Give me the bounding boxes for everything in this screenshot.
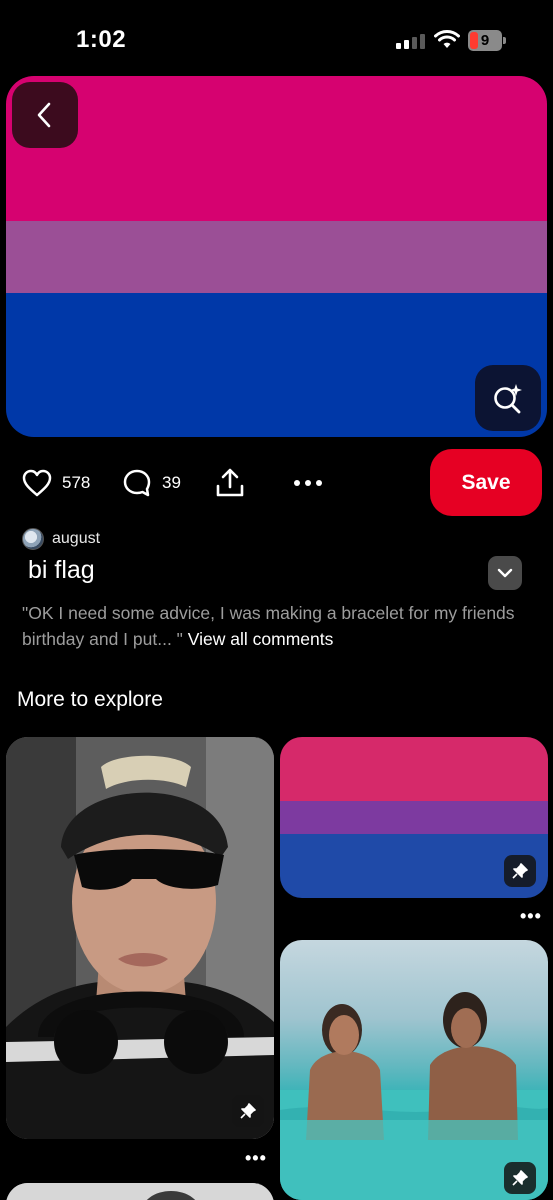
explore-card-bi-flag[interactable]	[280, 737, 548, 898]
battery-icon: 9	[468, 30, 506, 51]
view-all-comments-link[interactable]: View all comments	[188, 629, 334, 649]
pin-badge	[232, 1095, 264, 1127]
share-button[interactable]	[214, 448, 246, 518]
comment-count: 39	[162, 473, 181, 492]
status-time: 1:02	[76, 26, 127, 53]
like-count: 578	[62, 473, 91, 492]
back-button[interactable]	[12, 82, 78, 148]
pin-detail-screen: 1:02 9 578 39 Save august bi flag "OK I …	[0, 0, 553, 1200]
save-button[interactable]: Save	[430, 449, 542, 516]
flag-stripe-purple	[280, 801, 548, 834]
flag-stripe-pink	[6, 76, 547, 221]
pin-title: bi flag	[28, 556, 95, 584]
flag-stripe-blue	[6, 293, 547, 437]
author-link[interactable]: august	[22, 527, 100, 551]
explore-card-sea-photo[interactable]	[280, 940, 548, 1200]
pin-badge	[504, 1162, 536, 1194]
comment-button[interactable]: 39	[122, 448, 181, 518]
pin-badge	[504, 855, 536, 887]
more-options-button[interactable]	[292, 448, 324, 518]
heart-icon	[22, 469, 52, 497]
portrait-photo	[6, 737, 274, 1139]
pushpin-icon	[512, 1170, 528, 1186]
comment-preview[interactable]: "OK I need some advice, I was making a b…	[22, 600, 542, 652]
avatar	[22, 528, 44, 550]
wifi-icon	[434, 30, 460, 48]
status-bar: 1:02 9	[0, 0, 553, 76]
author-name: august	[52, 530, 101, 547]
flag-stripe-purple	[6, 221, 547, 293]
explore-card-portrait[interactable]	[6, 737, 274, 1139]
flag-stripe-pink	[280, 737, 548, 801]
more-dots-icon	[294, 480, 322, 486]
more-to-explore-heading: More to explore	[17, 688, 163, 711]
sea-photo	[280, 992, 548, 1200]
expand-details-button[interactable]	[488, 556, 522, 590]
pushpin-icon	[512, 863, 528, 879]
comment-icon	[123, 469, 151, 497]
card-options-button[interactable]: •••	[245, 1148, 267, 1169]
pin-image[interactable]	[6, 76, 547, 437]
like-button[interactable]: 578	[22, 448, 90, 518]
explore-card-partial[interactable]	[6, 1183, 274, 1200]
cellular-signal-icon	[396, 33, 426, 49]
lens-search-icon	[494, 384, 522, 414]
visual-search-button[interactable]	[475, 365, 541, 431]
share-icon	[216, 468, 244, 497]
card-options-button[interactable]: •••	[520, 906, 542, 927]
pushpin-icon	[240, 1103, 256, 1119]
partial-photo	[6, 1183, 274, 1200]
chevron-left-icon	[37, 102, 51, 128]
chevron-down-icon	[497, 568, 513, 578]
battery-level: 9	[480, 32, 490, 49]
